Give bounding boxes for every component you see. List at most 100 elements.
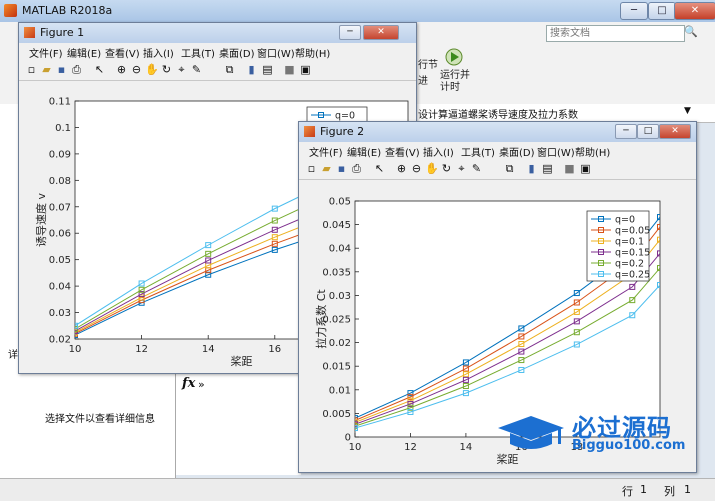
fx-icon: fx [182,376,196,391]
print-icon[interactable]: ⎙ [70,63,83,76]
y-tick-label: 0.035 [322,267,351,278]
menu-insert[interactable]: 插入(I) [423,144,454,159]
zoom-out-icon[interactable]: ⊖ [410,162,423,175]
pan-icon[interactable]: ✋ [145,63,159,76]
y-tick-label: 0.03 [49,308,71,319]
menu-window[interactable]: 窗口(W) [537,144,575,159]
link-plot-icon[interactable]: ⧉ [223,63,236,76]
x-tick-label: 14 [202,344,215,355]
show-tools-icon[interactable]: ▣ [579,162,592,175]
search-input[interactable]: 搜索文档 [546,25,685,42]
matlab-logo-icon [4,4,17,17]
colorbar-icon[interactable]: ▮ [245,63,258,76]
y-tick-label: 0.04 [329,244,351,255]
legend-icon[interactable]: ▤ [261,63,274,76]
menu-window[interactable]: 窗口(W) [257,45,295,60]
search-icon[interactable]: 🔍 [684,25,698,38]
menu-desktop[interactable]: 桌面(D) [499,144,535,159]
menu-insert[interactable]: 插入(I) [143,45,174,60]
menu-file[interactable]: 文件(F) [29,45,63,60]
run-time-icon[interactable] [445,46,463,68]
menu-tools[interactable]: 工具(T) [461,144,495,159]
row-value: 1 [640,483,647,496]
x-tick-label: 10 [69,344,82,355]
pointer-icon[interactable]: ↖ [373,162,386,175]
maximize-button[interactable]: □ [637,124,659,139]
save-icon[interactable]: ▪ [55,63,68,76]
print-icon[interactable]: ⎙ [350,162,363,175]
brush-icon[interactable]: ✎ [470,162,483,175]
menu-view[interactable]: 查看(V) [105,45,140,60]
legend-icon[interactable]: ▤ [541,162,554,175]
x-tick-label: 14 [460,442,473,453]
watermark-url: Bigguo100.com [572,438,686,453]
rotate-icon[interactable]: ↻ [160,63,173,76]
minimize-button[interactable]: ─ [339,25,361,40]
x-tick-label: 16 [268,344,281,355]
main-title-bar[interactable]: MATLAB R2018a ─ □ ✕ [0,0,715,23]
show-tools-icon[interactable]: ▣ [299,63,312,76]
y-tick-label: 0.015 [322,362,351,373]
menu-help[interactable]: 帮助(H) [295,45,330,60]
zoom-in-icon[interactable]: ⊕ [395,162,408,175]
menu-desktop[interactable]: 桌面(D) [219,45,255,60]
legend-entry: q=0.1 [615,237,644,248]
menu-tools[interactable]: 工具(T) [181,45,215,60]
brush-icon[interactable]: ✎ [190,63,203,76]
open-file-icon[interactable]: ▰ [320,162,333,175]
menu-edit[interactable]: 编辑(E) [67,45,101,60]
y-tick-label: 0.05 [329,197,351,208]
figure-title: Figure 1 [40,26,85,39]
x-tick-label: 12 [135,344,148,355]
colorbar-icon[interactable]: ▮ [525,162,538,175]
y-tick-label: 0.1 [55,123,71,134]
col-value: 1 [684,483,691,496]
maximize-button[interactable]: □ [648,2,676,20]
figure-toolbar: ▫ ▰ ▪ ⎙ ↖ ⊕ ⊖ ✋ ↻ ⌖ ✎ ⧉ ▮ ▤ ■ ▣ [19,60,416,81]
details-tab[interactable]: 详 [8,346,18,361]
pointer-icon[interactable]: ↖ [93,63,106,76]
minimize-button[interactable]: ─ [615,124,637,139]
y-tick-label: 0.02 [329,338,351,349]
data-cursor-icon[interactable]: ⌖ [175,63,188,76]
figure-icon [24,27,35,38]
hide-tools-icon[interactable]: ■ [283,63,296,76]
run-and-time-button[interactable]: 运行并 计时 [440,70,470,94]
zoom-out-icon[interactable]: ⊖ [130,63,143,76]
close-button[interactable]: ✕ [659,124,691,139]
new-figure-icon[interactable]: ▫ [305,162,318,175]
menu-help[interactable]: 帮助(H) [575,144,610,159]
pan-icon[interactable]: ✋ [425,162,439,175]
menu-edit[interactable]: 编辑(E) [347,144,381,159]
advance-label[interactable]: 进 [418,72,428,87]
hide-tools-icon[interactable]: ■ [563,162,576,175]
link-plot-icon[interactable]: ⧉ [503,162,516,175]
x-tick-label: 10 [349,442,362,453]
legend-entry: q=0 [615,215,635,226]
menu-file[interactable]: 文件(F) [309,144,343,159]
command-window[interactable]: fx » [176,370,301,475]
legend-entry: q=0 [335,111,355,122]
prompt-chevron: » [198,378,205,391]
y-tick-label: 0 [345,433,351,444]
col-label: 列 [664,485,675,498]
y-tick-label: 0.03 [329,291,351,302]
close-button[interactable]: ✕ [363,25,399,40]
menu-view[interactable]: 查看(V) [385,144,420,159]
legend-entry: q=0.2 [615,259,644,270]
figure-title-bar[interactable]: Figure 2 ─ □ ✕ [299,122,696,142]
data-cursor-icon[interactable]: ⌖ [455,162,468,175]
save-icon[interactable]: ▪ [335,162,348,175]
figure-title-bar[interactable]: Figure 1 ─ ✕ [19,23,416,43]
y-tick-label: 0.07 [49,202,71,213]
figure-title: Figure 2 [320,125,365,138]
open-file-icon[interactable]: ▰ [40,63,53,76]
close-button[interactable]: ✕ [674,2,715,20]
rotate-icon[interactable]: ↻ [440,162,453,175]
run-section-label[interactable]: 行节 [418,56,438,71]
new-figure-icon[interactable]: ▫ [25,63,38,76]
chevron-down-icon[interactable]: ▼ [684,106,691,116]
zoom-in-icon[interactable]: ⊕ [115,63,128,76]
minimize-button[interactable]: ─ [620,2,648,20]
y-tick-label: 0.08 [49,176,71,187]
